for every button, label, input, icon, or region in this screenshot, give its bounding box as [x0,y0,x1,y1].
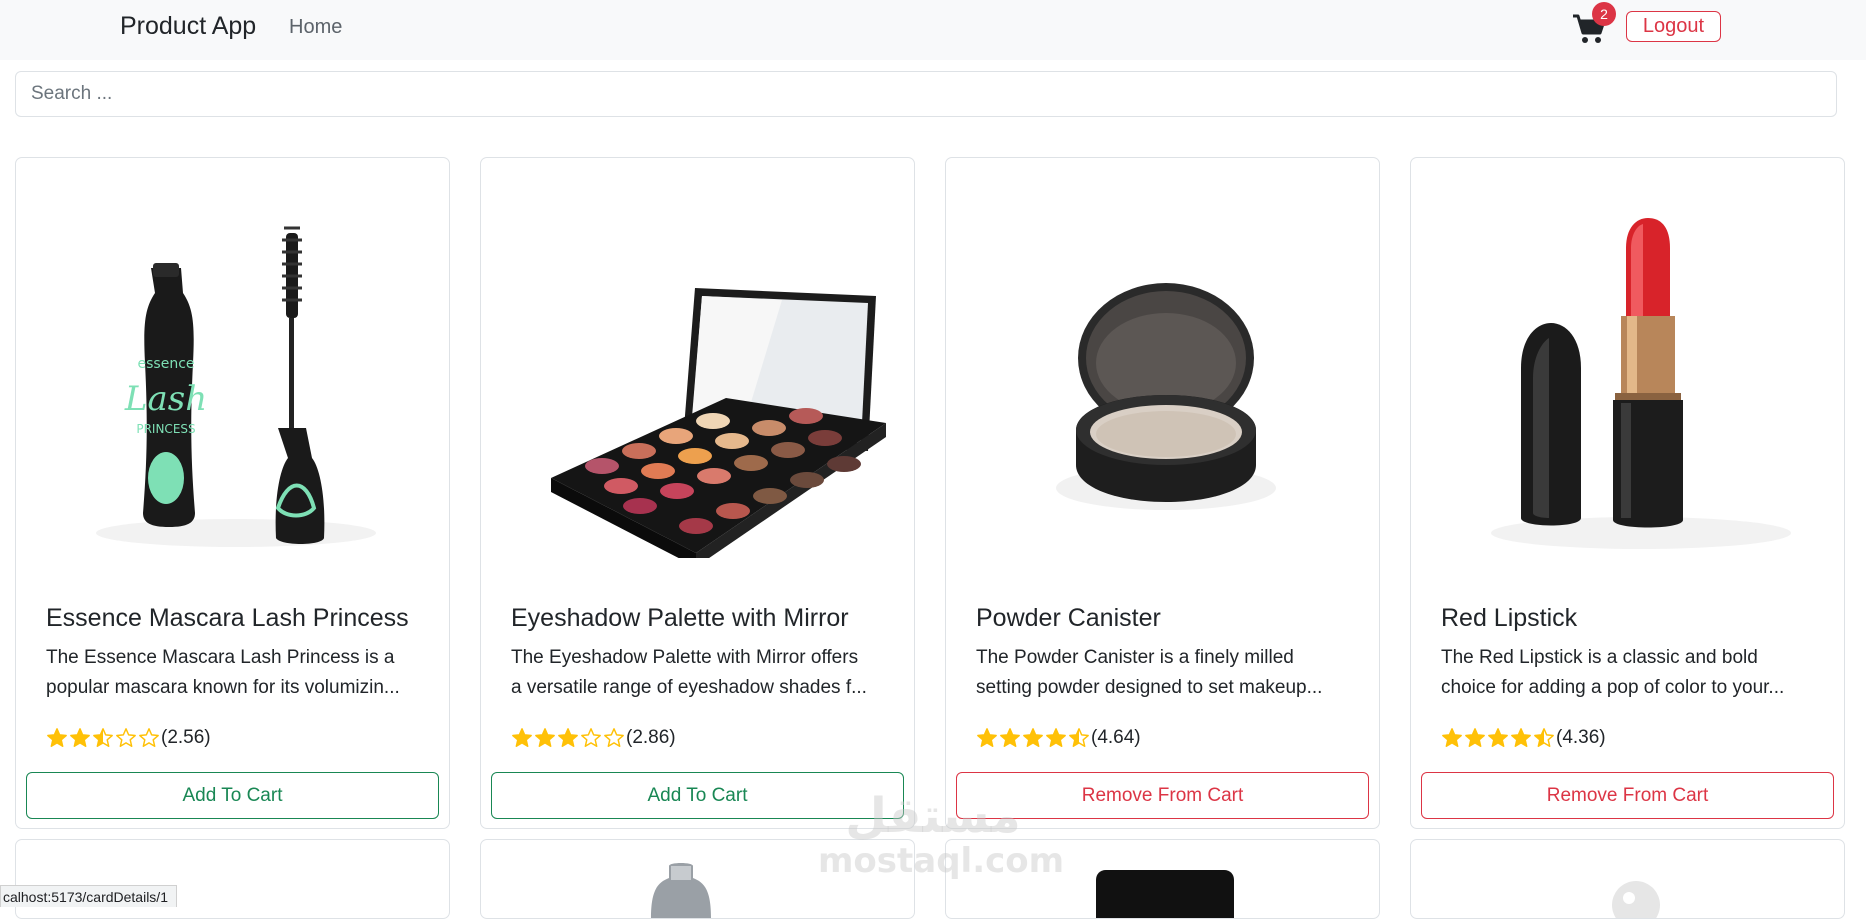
product-title[interactable]: Essence Mascara Lash Princess [46,604,409,633]
rating-value: (2.56) [161,727,211,748]
product-image-powder[interactable] [976,188,1351,558]
star-icon [1534,728,1554,747]
star-icon [93,728,113,747]
star-icon [581,728,601,747]
star-icon [1442,728,1462,747]
cart-count-badge: 2 [1592,2,1616,26]
product-card[interactable]: essence Lash PRINCESS Essence Mascara La… [15,157,450,829]
product-rating: (4.36) [1441,724,1606,752]
status-bar-url: calhost:5173/cardDetails/1 [0,885,177,907]
star-icon [1023,728,1043,747]
mascara-brand-text: essence [138,356,195,372]
product-card[interactable] [1410,839,1845,919]
star-icon [535,728,555,747]
rating-value: (4.36) [1556,727,1606,748]
product-image-eyeshadow[interactable] [511,188,886,567]
star-icon [604,728,624,747]
search-input[interactable]: Search ... [15,71,1837,117]
product-description: The Eyeshadow Palette with Mirror offers… [511,647,867,698]
star-icon [116,728,136,747]
product-card[interactable]: Eyeshadow Palette with Mirror The Eyesha… [480,157,915,829]
star-icon [558,728,578,747]
product-rating: (4.64) [976,724,1141,752]
star-icon [1465,728,1485,747]
star-icon [1511,728,1531,747]
product-rating: (2.86) [511,724,676,752]
star-icon [1000,728,1020,747]
star-icon [512,728,532,747]
product-image-partial[interactable] [1411,840,1845,919]
star-icon [1069,728,1089,747]
product-image-mascara[interactable]: essence Lash PRINCESS [46,188,421,558]
rating-stars [1441,727,1556,749]
rating-value: (2.86) [626,727,676,748]
add-to-cart-button[interactable]: Add To Cart [26,772,439,819]
product-title[interactable]: Powder Canister [976,604,1161,633]
mascara-name-text: Lash [124,379,207,419]
rating-value: (4.64) [1091,727,1141,748]
product-description: The Red Lipstick is a classic and bold c… [1441,647,1785,698]
watermark: مستقل mostaql.com [818,788,1065,881]
mascara-sub-text: PRINCESS [136,422,195,436]
navbar: Product App Home 2 Logout [0,0,1866,60]
product-description: The Powder Canister is a finely milled s… [976,647,1323,698]
rating-stars [46,727,161,749]
product-image-lipstick[interactable] [1441,188,1816,558]
rating-stars [511,727,626,749]
product-card[interactable]: Powder Canister The Powder Canister is a… [945,157,1380,829]
star-icon [139,728,159,747]
star-icon [47,728,67,747]
star-icon [1488,728,1508,747]
logout-button[interactable]: Logout [1626,11,1721,42]
product-title[interactable]: Red Lipstick [1441,604,1577,633]
star-icon [1046,728,1066,747]
nav-home-link[interactable]: Home [289,16,342,39]
product-description: The Essence Mascara Lash Princess is a p… [46,647,400,698]
rating-stars [976,727,1091,749]
star-icon [70,728,90,747]
product-title[interactable]: Eyeshadow Palette with Mirror [511,604,849,633]
star-icon [977,728,997,747]
brand-link[interactable]: Product App [120,12,256,41]
product-rating: (2.56) [46,724,211,752]
product-card[interactable]: Red Lipstick The Red Lipstick is a class… [1410,157,1845,829]
remove-from-cart-button[interactable]: Remove From Cart [1421,772,1834,819]
